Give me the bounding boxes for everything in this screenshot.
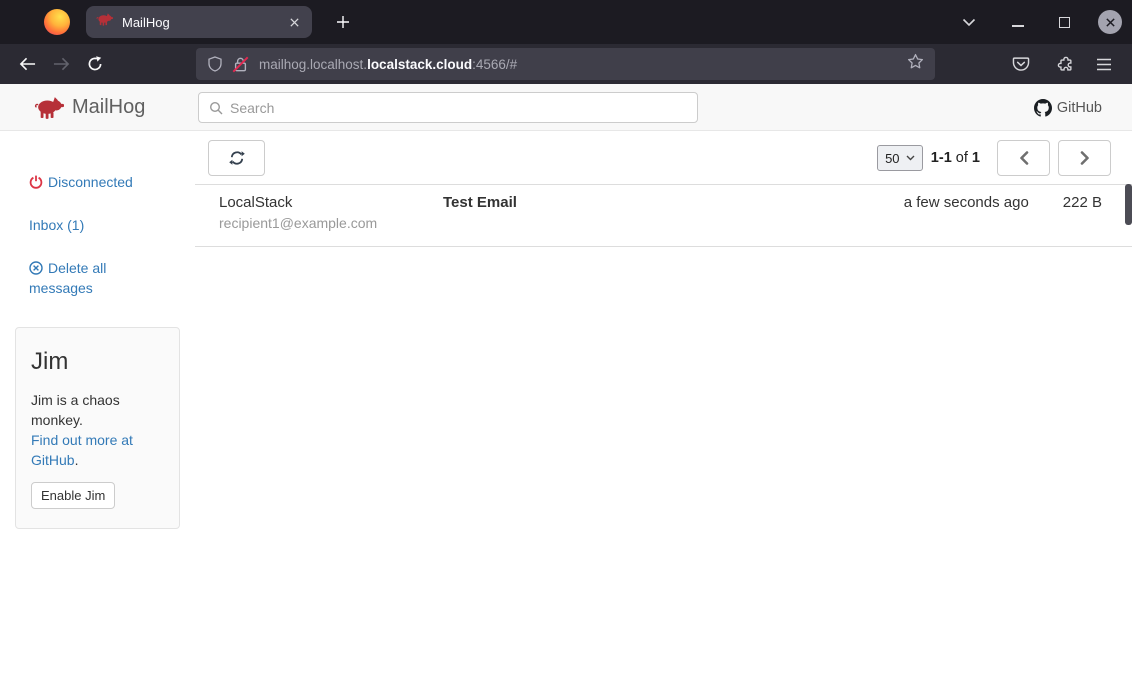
url-text: mailhog.localhost.localstack.cloud:4566/…	[259, 57, 517, 72]
tracking-shield-icon[interactable]	[207, 56, 223, 72]
bookmark-star-icon[interactable]	[907, 53, 924, 75]
connection-status-label: Disconnected	[48, 174, 133, 190]
browser-navbar: mailhog.localhost.localstack.cloud:4566/…	[0, 44, 1132, 84]
search-icon	[209, 101, 223, 115]
jim-link-period: .	[75, 452, 79, 468]
github-label: GitHub	[1057, 100, 1102, 116]
menu-hamburger-icon[interactable]	[1096, 58, 1112, 71]
message-time: a few seconds ago	[904, 193, 1029, 213]
refresh-button[interactable]	[208, 140, 265, 176]
sidebar-item-inbox[interactable]: Inbox (1)	[0, 215, 195, 235]
new-tab-button[interactable]	[328, 7, 358, 37]
chevron-left-icon	[1019, 151, 1029, 165]
window-maximize-button[interactable]	[1052, 10, 1076, 34]
sidebar-item-delete-all[interactable]: Delete all messages	[0, 258, 130, 298]
pocket-icon[interactable]	[1012, 55, 1030, 73]
jim-title: Jim	[31, 348, 164, 376]
previous-page-button[interactable]	[997, 140, 1050, 176]
range-current: 1-1	[931, 150, 952, 166]
window-close-button[interactable]	[1098, 10, 1122, 34]
message-sender-column: LocalStack recipient1@example.com	[219, 193, 443, 233]
sidebar-connection-status[interactable]: Disconnected	[0, 172, 195, 192]
jim-description-text: Jim is a chaos monkey.	[31, 392, 120, 428]
browser-tab-mailhog[interactable]: MailHog	[86, 6, 312, 38]
jim-description: Jim is a chaos monkey. Find out more at …	[31, 390, 164, 470]
url-bar[interactable]: mailhog.localhost.localstack.cloud:4566/…	[196, 48, 935, 80]
window-controls	[1006, 10, 1122, 34]
jim-panel: Jim Jim is a chaos monkey. Find out more…	[15, 327, 180, 529]
search-input[interactable]	[230, 100, 687, 116]
list-toolbar: 50 1-1 of 1	[195, 131, 1132, 185]
range-total: 1	[972, 150, 980, 166]
mailhog-pig-icon	[34, 97, 64, 119]
tab-title: MailHog	[122, 15, 286, 30]
browser-titlebar: MailHog	[0, 0, 1132, 44]
inbox-label: Inbox (1)	[29, 217, 84, 233]
range-of: of	[956, 150, 968, 166]
navbar-right-icons	[1012, 55, 1122, 73]
pagination-range: 1-1 of 1	[931, 150, 980, 166]
message-list-area: 50 1-1 of 1	[195, 131, 1132, 693]
search-box	[198, 92, 698, 123]
tab-close-icon[interactable]	[286, 14, 302, 30]
page-content: Disconnected Inbox (1) Delete all messag…	[0, 131, 1132, 693]
tab-favicon-pig-icon	[96, 13, 113, 31]
page-size-select[interactable]: 50	[877, 145, 923, 171]
github-link[interactable]: GitHub	[1034, 84, 1102, 131]
message-size: 222 B	[1063, 193, 1102, 213]
pagination-controls: 50 1-1 of 1	[877, 140, 1111, 176]
forward-button[interactable]	[44, 49, 78, 79]
mailhog-header: MailHog GitHub	[0, 84, 1132, 131]
window-minimize-button[interactable]	[1006, 10, 1030, 34]
chevron-right-icon	[1080, 151, 1090, 165]
message-sender: LocalStack	[219, 193, 443, 213]
jim-github-link[interactable]: Find out more at GitHub	[31, 432, 133, 468]
extensions-puzzle-icon[interactable]	[1054, 55, 1072, 73]
github-octocat-icon	[1034, 99, 1052, 117]
select-caret-icon	[906, 155, 915, 161]
back-button[interactable]	[10, 49, 44, 79]
next-page-button[interactable]	[1058, 140, 1111, 176]
refresh-icon	[229, 150, 245, 166]
enable-jim-button[interactable]: Enable Jim	[31, 482, 115, 509]
message-subject: Test Email	[443, 193, 904, 213]
firefox-logo-icon[interactable]	[44, 9, 70, 35]
sidebar: Disconnected Inbox (1) Delete all messag…	[0, 131, 195, 693]
list-tabs-chevron-icon[interactable]	[954, 7, 984, 37]
message-recipient: recipient1@example.com	[219, 213, 443, 233]
message-row[interactable]: LocalStack recipient1@example.com Test E…	[195, 185, 1132, 247]
power-icon	[29, 175, 43, 189]
page-size-value: 50	[885, 151, 899, 166]
insecure-lock-icon[interactable]	[232, 56, 249, 73]
scrollbar-thumb[interactable]	[1125, 184, 1132, 225]
delete-circle-icon	[29, 261, 43, 275]
mailhog-brand[interactable]: MailHog	[34, 84, 145, 131]
reload-button[interactable]	[78, 49, 112, 79]
brand-title: MailHog	[72, 96, 145, 119]
